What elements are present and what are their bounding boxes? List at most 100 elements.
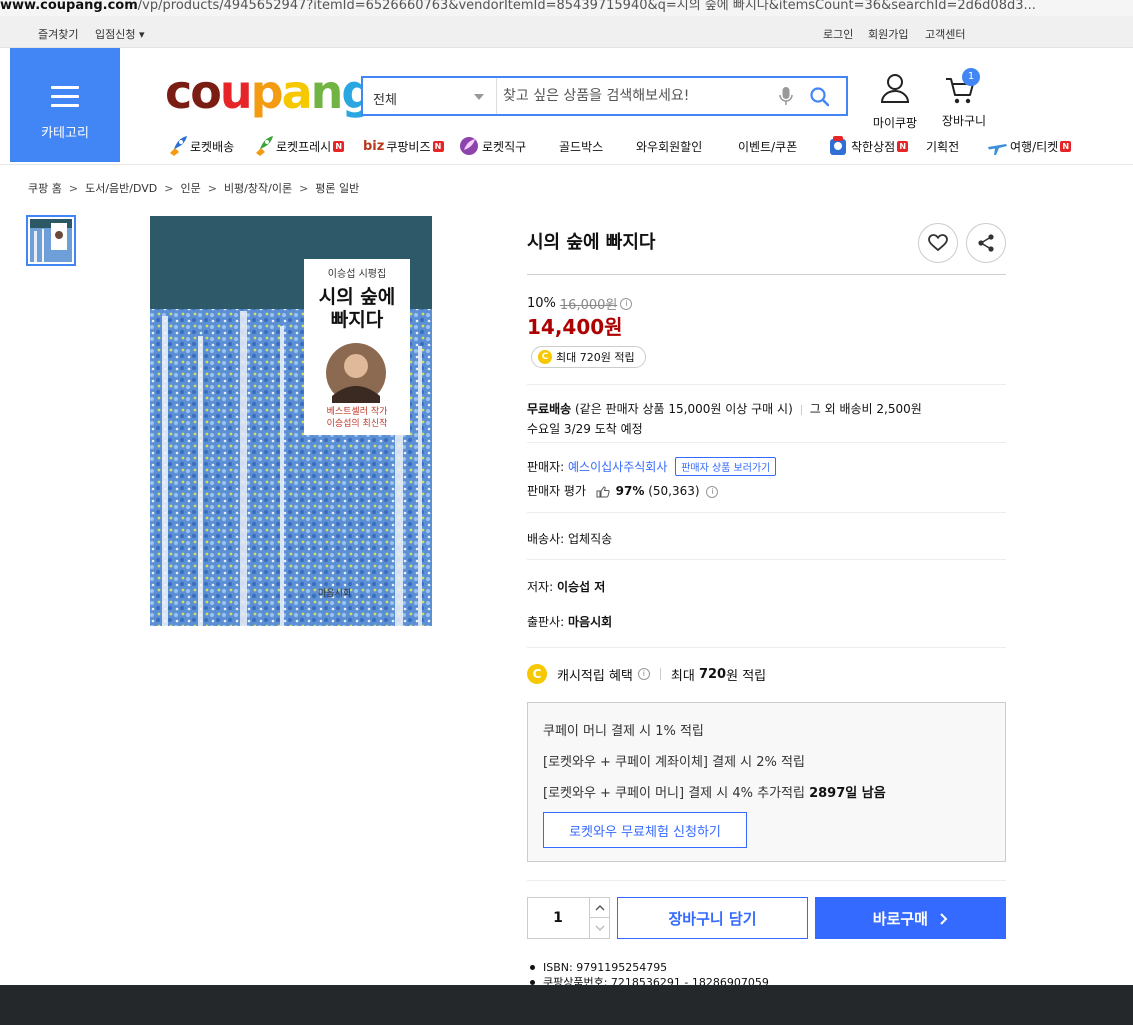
nav-event-coupon[interactable]: 이벤트/쿠폰 [738, 132, 797, 160]
cash-reward-label: 캐시적립 혜택 [557, 668, 633, 684]
seller-name-link[interactable]: 예스이십사주식회사 [568, 460, 667, 474]
divider [659, 668, 661, 680]
seller-rating-count: (50,363) [648, 484, 700, 498]
chevron-right-icon [940, 913, 948, 925]
nav-label: 여행/티켓 [1010, 139, 1059, 154]
nav-label: 쿠팡비즈 [386, 139, 431, 154]
coupang-logo[interactable]: coupang [165, 65, 374, 119]
logo-letter: a [281, 65, 313, 119]
url-text: www.coupang.com/vp/products/4945652947?i… [0, 0, 1036, 13]
nav-label: 기획전 [926, 139, 960, 154]
rocket-wow-trial-button[interactable]: 로켓와우 무료체험 신청하기 [543, 812, 747, 848]
nav-label: 로켓프레시 [276, 139, 332, 154]
carrier-value: 업체직송 [568, 532, 613, 546]
info-icon[interactable]: i [637, 668, 650, 680]
info-icon[interactable]: i [620, 297, 633, 310]
add-to-cart-button[interactable]: 장바구니 담기 [617, 897, 808, 939]
nav-goldbox[interactable]: 골드박스 [559, 132, 603, 160]
my-coupang-button[interactable]: 마이쿠팡 [866, 72, 924, 132]
breadcrumb-separator: > [299, 182, 309, 195]
bookmark-link[interactable]: 즐겨찾기 [38, 26, 78, 42]
breadcrumb-item[interactable]: 평론 일반 [315, 182, 359, 195]
spec-isbn: ISBN: 9791195254795 [530, 960, 769, 975]
partner-apply-link[interactable]: 입점신청 ▾ [95, 26, 145, 42]
section-divider [527, 559, 1006, 560]
search-input[interactable] [503, 82, 763, 110]
rocket-icon [170, 136, 187, 156]
benefit-line: 쿠페이 머니 결제 시 1% 적립 [543, 724, 704, 739]
buy-now-label: 바로구매 [872, 909, 928, 928]
nav-special[interactable]: 기획전 [926, 132, 959, 160]
title-divider [527, 274, 1006, 275]
search-bar: 전체 [361, 76, 848, 116]
signup-link[interactable]: 회원가입 [868, 26, 908, 42]
chevron-up-icon [595, 905, 605, 911]
book-cover-image[interactable]: 마음시회 이승섭 시평집 시의 숲에 빠지다 베스트셀러 작가 이승섭의 최신작 [150, 216, 432, 626]
quantity-decrease-button[interactable] [589, 918, 609, 938]
breadcrumb-item[interactable]: 쿠팡 홈 [28, 182, 62, 195]
cover-title-line: 빠지다 [330, 309, 384, 331]
shipping-condition: (같은 판매자 상품 15,000원 이상 구매 시) [575, 402, 793, 416]
buy-now-button[interactable]: 바로구매 [815, 897, 1006, 939]
breadcrumb-item[interactable]: 인문 [180, 182, 200, 195]
nav-rocket-direct[interactable]: 로켓직구 [458, 132, 526, 160]
breadcrumb-item[interactable]: 비평/창작/이론 [224, 182, 292, 195]
author-value: 이승섭 저 [556, 580, 606, 594]
breadcrumb: 쿠팡 홈 > 도서/음반/DVD > 인문 > 비평/창작/이론 > 평론 일반 [28, 180, 359, 196]
section-divider [527, 512, 1006, 513]
reward-text: 최대 720원 적립 [556, 351, 635, 364]
microphone-icon[interactable] [779, 86, 793, 109]
coin-icon: C [538, 350, 552, 364]
nav-label: 로켓직구 [482, 139, 527, 154]
thumbs-up-icon [596, 485, 610, 497]
browser-url-bar[interactable]: www.coupang.com/vp/products/4945652947?i… [0, 0, 1133, 16]
category-nav: 로켓배송 로켓프레시 N biz 쿠팡비즈 N 로켓직구 골드박스 와우회원할인… [160, 132, 1133, 162]
login-link[interactable]: 로그인 [823, 26, 853, 42]
info-icon[interactable]: i [706, 485, 719, 498]
seller-products-button[interactable]: 판매자 상품 보러가기 [675, 457, 777, 476]
search-icon[interactable] [809, 86, 831, 111]
cash-reward-row: C 캐시적립 혜택 i 최대 720 원 적립 [527, 664, 766, 684]
nav-label: 골드박스 [559, 139, 604, 154]
new-badge: N [432, 140, 444, 152]
good-store-icon [830, 136, 846, 155]
new-badge: N [1060, 140, 1072, 152]
hamburger-icon [51, 86, 79, 113]
share-button[interactable] [966, 223, 1006, 263]
product-thumbnail[interactable] [26, 215, 76, 266]
nav-wow-discount[interactable]: 와우회원할인 [636, 132, 702, 160]
support-link[interactable]: 고객센터 [925, 26, 965, 42]
user-icon [880, 74, 910, 103]
quantity-increase-button[interactable] [589, 898, 609, 918]
nav-travel[interactable]: 여행/티켓 N [986, 132, 1072, 160]
quantity-stepper: 1 [527, 897, 610, 939]
category-label: 카테고리 [41, 126, 89, 141]
cover-title-line: 시의 숲에 [318, 286, 396, 308]
breadcrumb-separator: > [164, 182, 174, 195]
search-category-select[interactable]: 전체 [363, 78, 497, 114]
publisher-value: 마음시회 [568, 615, 613, 629]
section-divider [527, 880, 1006, 881]
new-badge: N [897, 140, 909, 152]
section-divider [527, 384, 1006, 385]
logo-letter: n [310, 65, 344, 119]
wishlist-button[interactable] [918, 223, 958, 263]
cart-button[interactable]: 1 장바구니 [934, 68, 994, 128]
nav-good-store[interactable]: 착한상점 N [827, 132, 909, 160]
share-icon [978, 234, 994, 252]
search-category-value: 전체 [373, 93, 397, 108]
nav-label: 착한상점 [851, 139, 896, 154]
biz-logo-icon: biz [363, 138, 385, 154]
nav-rocket-delivery[interactable]: 로켓배송 [166, 132, 234, 160]
nav-coupang-biz[interactable]: biz 쿠팡비즈 N [363, 132, 444, 160]
nav-rocket-fresh[interactable]: 로켓프레시 N [252, 132, 345, 160]
category-menu-button[interactable]: 카테고리 [10, 48, 120, 162]
chevron-down-icon [595, 925, 605, 931]
breadcrumb-item[interactable]: 도서/음반/DVD [85, 182, 157, 195]
quantity-input[interactable]: 1 [528, 898, 588, 938]
author-label: 저자: [527, 580, 554, 594]
coin-icon: C [527, 664, 547, 684]
cash-max-prefix: 최대 [670, 668, 695, 684]
carrier-row: 배송사: 업체직송 [527, 530, 612, 547]
nav-label: 와우회원할인 [636, 139, 703, 154]
